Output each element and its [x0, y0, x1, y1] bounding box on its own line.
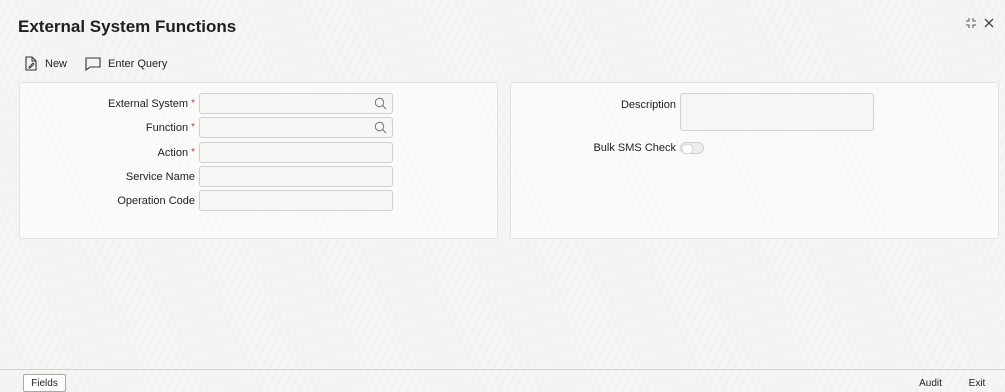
bulk-sms-check-row: Bulk SMS Check	[511, 142, 704, 154]
required-marker: *	[191, 146, 195, 158]
fields-button[interactable]: Fields	[23, 374, 66, 392]
external-system-input[interactable]	[199, 93, 393, 114]
search-icon[interactable]	[374, 97, 387, 113]
enter-query-label: Enter Query	[108, 57, 168, 70]
action-label: Action *	[157, 146, 195, 159]
new-document-icon	[24, 56, 38, 71]
comment-icon	[85, 56, 101, 71]
window-controls	[965, 17, 995, 32]
service-name-input[interactable]	[199, 166, 393, 187]
toolbar: New Enter Query	[24, 56, 167, 71]
action-row: Action *	[30, 142, 393, 163]
exit-button[interactable]: Exit	[959, 374, 995, 392]
service-name-label: Service Name	[125, 170, 195, 183]
enter-query-button[interactable]: Enter Query	[85, 56, 168, 71]
footer-bar: Fields Audit Exit	[0, 369, 1005, 392]
operation-code-input[interactable]	[199, 190, 393, 211]
left-panel: External System * Function * Action * Servi…	[19, 82, 498, 239]
new-button[interactable]: New	[24, 56, 67, 71]
operation-code-label: Operation Code	[117, 194, 195, 207]
operation-code-row: Operation Code	[30, 190, 393, 211]
window: External System Functions New Enter Quer…	[0, 0, 1005, 392]
service-name-row: Service Name	[30, 166, 393, 187]
close-icon[interactable]	[983, 17, 995, 32]
required-marker: *	[191, 121, 195, 133]
external-system-row: External System *	[30, 93, 393, 114]
description-label: Description	[620, 99, 676, 111]
function-input[interactable]	[199, 117, 393, 138]
required-marker: *	[191, 97, 195, 109]
audit-button[interactable]: Audit	[912, 374, 949, 392]
page-title: External System Functions	[18, 17, 237, 36]
bulk-sms-check-toggle[interactable]	[680, 142, 704, 154]
description-row: Description	[511, 93, 874, 131]
search-icon[interactable]	[374, 121, 387, 137]
new-label: New	[45, 57, 68, 70]
description-textarea[interactable]	[680, 93, 874, 131]
right-panel: Description Bulk SMS Check	[510, 82, 999, 239]
action-input[interactable]	[199, 142, 393, 163]
function-row: Function *	[30, 117, 393, 138]
function-label: Function *	[145, 121, 195, 134]
bulk-sms-check-label: Bulk SMS Check	[593, 142, 676, 154]
external-system-label: External System *	[108, 97, 195, 110]
collapse-icon[interactable]	[965, 17, 977, 32]
